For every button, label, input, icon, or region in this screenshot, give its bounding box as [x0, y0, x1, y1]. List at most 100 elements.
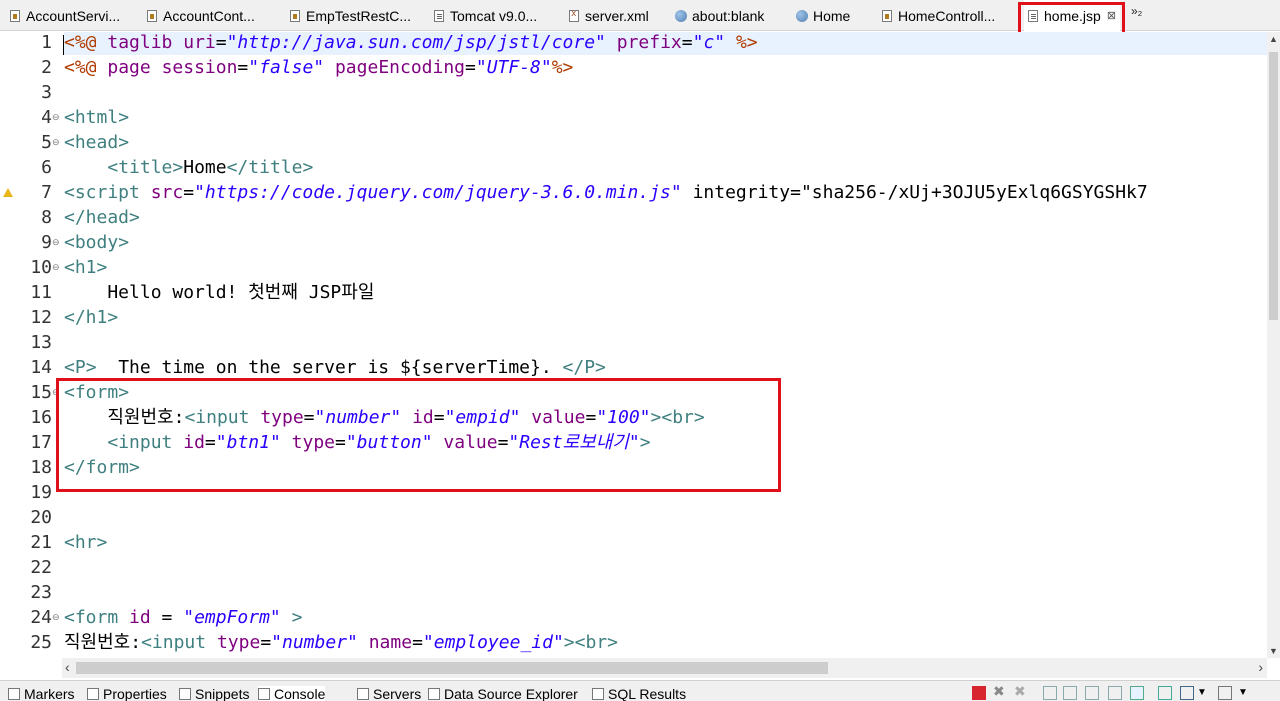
line-number: 4 — [41, 107, 52, 128]
line-number: 14 — [30, 357, 52, 378]
code-editor[interactable]: 1 2 3 4 ⊖ 5 ⊖ 6 7 8 9 ⊖ 10 ⊖ 11 12 13 14 15 ⊖ 16 17 18 19 20 21 22… — [0, 32, 1267, 658]
bottom-view-tab-bar: Markers Properties Snippets Console Serv… — [0, 680, 1280, 701]
view-menu-icon[interactable]: ▼ — [1238, 687, 1252, 701]
line-number: 25 — [30, 632, 52, 653]
remove-all-icon[interactable]: ✖ — [1014, 683, 1028, 699]
code-line[interactable]: <html> — [64, 105, 129, 130]
chevron-down-icon[interactable]: ▼ — [1197, 687, 1211, 701]
vertical-scroll-thumb[interactable] — [1269, 52, 1278, 320]
servers-icon — [357, 688, 369, 700]
scroll-left-icon[interactable]: ‹ — [65, 659, 70, 675]
scroll-right-icon[interactable]: › — [1258, 659, 1263, 675]
fold-toggle-icon[interactable]: ⊖ — [52, 130, 60, 155]
open-console-icon[interactable] — [1180, 686, 1194, 700]
tab-account-controller[interactable]: AccountCont... — [145, 0, 255, 31]
line-number: 23 — [30, 582, 52, 603]
show-on-output-icon[interactable] — [1085, 686, 1099, 700]
tab-tomcat-server[interactable]: Tomcat v9.0... — [432, 0, 537, 31]
view-tab-snippets[interactable]: Snippets — [179, 686, 249, 701]
tab-label: about:blank — [692, 7, 765, 24]
code-line[interactable]: 직원번호:<input type="number" id="empid" val… — [64, 405, 704, 430]
line-number: 17 — [30, 432, 52, 453]
tab-label: home.jsp — [1044, 7, 1101, 24]
vertical-scrollbar[interactable]: ▲ ▼ — [1267, 32, 1280, 658]
code-line[interactable]: Hello world! 첫번째 JSP파일 — [64, 280, 374, 305]
tab-home-browser[interactable]: Home — [795, 0, 850, 31]
scroll-lock-icon[interactable] — [1043, 686, 1057, 700]
code-line[interactable]: <P> The time on the server is ${serverTi… — [64, 355, 606, 380]
code-line[interactable]: 직원번호:<input type="number" name="employee… — [64, 630, 618, 655]
code-line[interactable]: <hr> — [64, 530, 107, 555]
display-console-icon[interactable] — [1158, 686, 1172, 700]
tab-label: EmpTestRestC... — [306, 7, 412, 24]
tab-label: Home — [813, 7, 851, 24]
fold-toggle-icon[interactable]: ⊖ — [52, 605, 60, 630]
line-number: 21 — [30, 532, 52, 553]
code-line[interactable]: </h1> — [64, 305, 118, 330]
code-line[interactable]: <script src="https://code.jquery.com/jqu… — [64, 180, 1148, 205]
tab-home-controller[interactable]: HomeControll... — [880, 0, 995, 31]
tab-server-xml[interactable]: server.xml — [567, 0, 649, 31]
line-number: 8 — [41, 207, 52, 228]
close-icon[interactable]: ⊠ — [1107, 9, 1116, 22]
code-line[interactable]: <%@ taglib uri="http://java.sun.com/jsp/… — [64, 32, 1267, 55]
code-line[interactable]: <form id = "empForm" > — [64, 605, 302, 630]
horizontal-scroll-thumb[interactable] — [76, 662, 828, 674]
jsp-file-icon — [1026, 9, 1040, 23]
remove-launch-icon[interactable]: ✖ — [993, 683, 1007, 699]
tab-emp-test-rest-controller[interactable]: EmpTestRestC... — [288, 0, 411, 31]
warning-icon[interactable] — [3, 188, 13, 197]
xml-file-icon — [567, 9, 581, 23]
fold-toggle-icon[interactable]: ⊖ — [52, 380, 60, 405]
scroll-down-icon[interactable]: ▼ — [1267, 646, 1280, 656]
view-tab-label: Snippets — [195, 686, 250, 701]
view-tab-label: Data Source Explorer — [444, 686, 578, 701]
scroll-up-icon[interactable]: ▲ — [1267, 34, 1280, 44]
code-line[interactable]: <input id="btn1" type="button" value="Re… — [64, 430, 650, 455]
code-line[interactable]: <title>Home</title> — [64, 155, 313, 180]
java-file-icon — [145, 9, 159, 23]
code-line[interactable]: <body> — [64, 230, 129, 255]
sql-results-icon — [592, 688, 604, 700]
code-line[interactable]: <h1> — [64, 255, 107, 280]
view-tab-sql-results[interactable]: SQL Results — [592, 686, 686, 701]
line-number-gutter: 1 2 3 4 ⊖ 5 ⊖ 6 7 8 9 ⊖ 10 ⊖ 11 12 13 14 15 ⊖ 16 17 18 19 20 21 22… — [0, 32, 62, 658]
view-tab-label: Servers — [373, 686, 422, 701]
tab-about-blank[interactable]: about:blank — [674, 0, 764, 31]
tab-label: AccountServi... — [26, 7, 121, 24]
tab-account-service[interactable]: AccountServi... — [8, 0, 120, 31]
view-tab-servers[interactable]: Servers — [357, 686, 421, 701]
tab-home-jsp[interactable]: home.jsp ⊠ — [1024, 0, 1121, 31]
tab-label: HomeControll... — [898, 7, 996, 24]
java-file-icon — [880, 9, 894, 23]
line-number: 3 — [41, 82, 52, 103]
view-tab-properties[interactable]: Properties — [87, 686, 167, 701]
fold-toggle-icon[interactable]: ⊖ — [52, 255, 60, 280]
view-tab-data-source-explorer[interactable]: Data Source Explorer — [428, 686, 578, 701]
pin-console-icon[interactable] — [1130, 686, 1144, 700]
view-tab-markers[interactable]: Markers — [8, 686, 75, 701]
line-number: 6 — [41, 157, 52, 178]
text-caret — [63, 35, 64, 55]
code-line[interactable]: </head> — [64, 205, 140, 230]
code-line[interactable]: <%@ page session="false" pageEncoding="U… — [64, 55, 573, 80]
view-tab-label: SQL Results — [608, 686, 687, 701]
word-wrap-icon[interactable] — [1063, 686, 1077, 700]
line-number: 18 — [30, 457, 52, 478]
line-number: 10 — [30, 257, 52, 278]
show-on-error-icon[interactable] — [1108, 686, 1122, 700]
view-tab-console[interactable]: Console — [258, 686, 326, 701]
stop-icon[interactable] — [972, 686, 986, 700]
editor-tab-bar: AccountServi... AccountCont... EmpTestRe… — [0, 0, 1280, 31]
code-line[interactable]: <head> — [64, 130, 129, 155]
tab-overflow-button[interactable]: »₂ — [1131, 4, 1142, 18]
horizontal-scrollbar[interactable]: ‹ › — [62, 658, 1267, 678]
view-tab-label: Console — [274, 686, 326, 701]
tab-label: Tomcat v9.0... — [450, 7, 538, 24]
code-line[interactable]: </form> — [64, 455, 140, 480]
fold-toggle-icon[interactable]: ⊖ — [52, 105, 60, 130]
new-console-icon[interactable] — [1218, 686, 1232, 700]
fold-toggle-icon[interactable]: ⊖ — [52, 230, 60, 255]
line-number: 9 — [41, 232, 52, 253]
code-line[interactable]: <form> — [64, 380, 129, 405]
